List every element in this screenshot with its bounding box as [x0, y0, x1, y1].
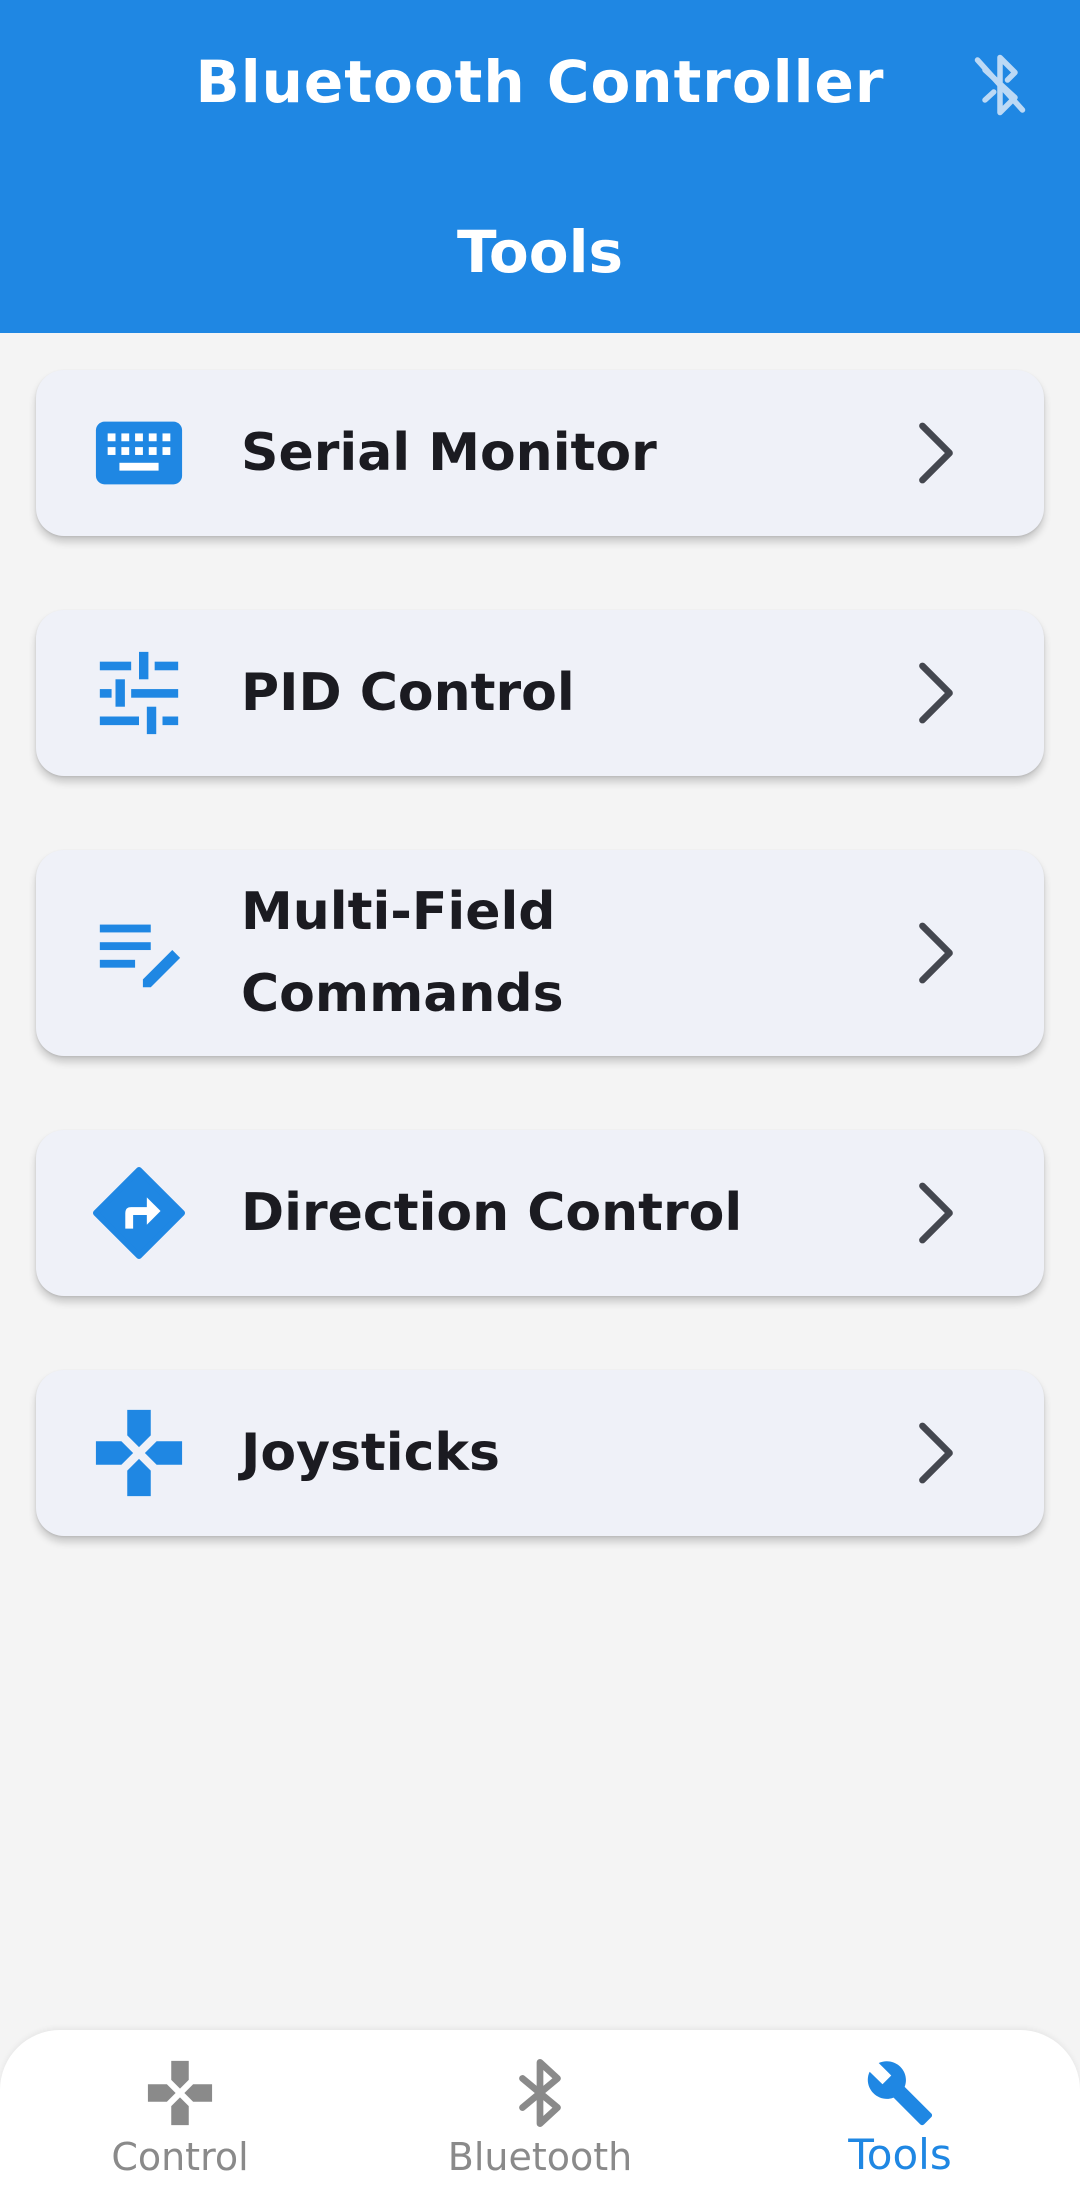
- app-bar: Bluetooth Controller Tools: [0, 0, 1080, 333]
- tune-icon: [99, 651, 179, 735]
- pid-control-label: PID Control: [241, 663, 575, 723]
- bluetooth-disabled-icon[interactable]: [970, 50, 1030, 120]
- gamepad-icon: [95, 1409, 183, 1497]
- nav-bluetooth-label: Bluetooth: [447, 2135, 633, 2179]
- bottom-navigation: Control Bluetooth Tools: [0, 2030, 1080, 2205]
- chevron-right-icon: [919, 1182, 953, 1244]
- direction-control-card[interactable]: Direction Control: [36, 1130, 1044, 1296]
- nav-bluetooth[interactable]: Bluetooth: [360, 2030, 720, 2205]
- joysticks-label: Joysticks: [241, 1423, 500, 1483]
- bluetooth-icon: [519, 2059, 561, 2127]
- page-title: Tools: [457, 218, 623, 286]
- wrench-icon: [867, 2061, 933, 2126]
- direction-control-label: Direction Control: [241, 1183, 743, 1243]
- keyboard-icon: [95, 421, 183, 485]
- directions-icon: [92, 1166, 186, 1260]
- app-title: Bluetooth Controller: [195, 48, 885, 116]
- multi-field-commands-card[interactable]: Multi-Field Commands: [36, 850, 1044, 1056]
- serial-monitor-label: Serial Monitor: [241, 423, 657, 483]
- edit-note-icon: [99, 924, 181, 988]
- chevron-right-icon: [919, 922, 953, 984]
- serial-monitor-card[interactable]: Serial Monitor: [36, 370, 1044, 536]
- nav-control-label: Control: [111, 2135, 249, 2179]
- nav-tools[interactable]: Tools: [720, 2030, 1080, 2205]
- gamepad-icon: [147, 2060, 213, 2126]
- chevron-right-icon: [919, 662, 953, 724]
- pid-control-card[interactable]: PID Control: [36, 610, 1044, 776]
- joysticks-card[interactable]: Joysticks: [36, 1370, 1044, 1536]
- chevron-right-icon: [919, 1422, 953, 1484]
- nav-control[interactable]: Control: [0, 2030, 360, 2205]
- chevron-right-icon: [919, 422, 953, 484]
- multi-field-commands-label: Multi-Field Commands: [241, 882, 564, 1024]
- nav-tools-label: Tools: [848, 2130, 952, 2179]
